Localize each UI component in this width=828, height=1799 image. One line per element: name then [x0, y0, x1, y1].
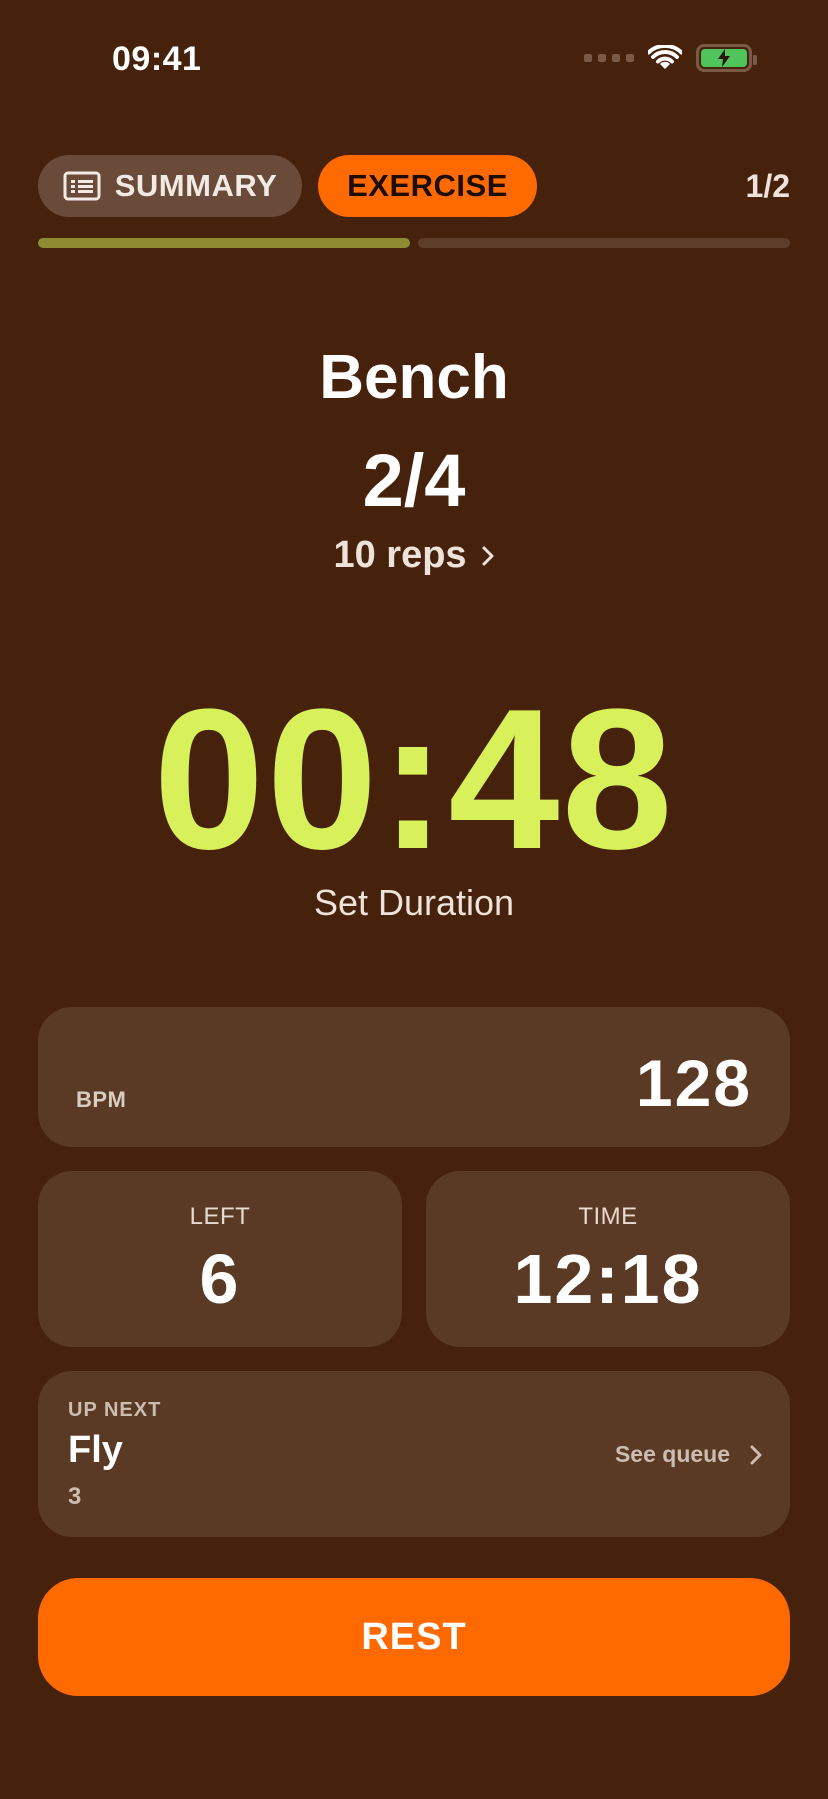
up-next-exercise-name: Fly — [68, 1429, 123, 1471]
set-counter: 2/4 — [362, 439, 466, 522]
elapsed-time-value: 12:18 — [513, 1240, 703, 1318]
tab-summary-label: SUMMARY — [114, 168, 278, 203]
tab-bar: SUMMARY EXERCISE — [38, 155, 537, 217]
list-icon — [63, 171, 101, 201]
tab-exercise[interactable]: EXERCISE — [318, 155, 537, 217]
reps-label: 10 reps — [333, 534, 467, 576]
bpm-value: 128 — [635, 1046, 752, 1120]
tab-exercise-label: EXERCISE — [347, 168, 508, 203]
up-next-label: UP NEXT — [68, 1399, 162, 1421]
progress-segment-pending — [418, 238, 790, 248]
chevron-right-icon — [482, 546, 494, 565]
cellular-signal-icon — [584, 54, 634, 62]
elapsed-time-card: TIME 12:18 — [426, 1171, 790, 1347]
status-time: 09:41 — [112, 40, 202, 78]
set-timer-label: Set Duration — [313, 882, 515, 923]
rest-button[interactable]: REST — [38, 1578, 790, 1696]
see-queue-link[interactable]: See queue — [615, 1441, 762, 1468]
progress-segment-complete — [38, 238, 410, 248]
tab-summary[interactable]: SUMMARY — [38, 155, 302, 217]
wifi-icon — [648, 45, 682, 69]
exercise-name: Bench — [319, 343, 509, 412]
workout-progress-bar — [38, 238, 790, 248]
status-icons — [584, 44, 757, 72]
chevron-right-icon — [750, 1445, 762, 1464]
elapsed-time-label: TIME — [578, 1203, 638, 1230]
battery-charging-icon — [696, 44, 757, 72]
sets-left-card: LEFT 6 — [38, 1171, 402, 1347]
bpm-card: BPM 128 — [38, 1007, 790, 1147]
up-next-sets: 3 — [68, 1483, 82, 1510]
up-next-card[interactable]: UP NEXT Fly 3 See queue — [38, 1371, 790, 1537]
sets-left-label: LEFT — [189, 1203, 251, 1230]
sets-left-value: 6 — [199, 1240, 241, 1318]
reps-link[interactable]: 10 reps — [0, 534, 828, 577]
bpm-label: BPM — [76, 1087, 127, 1112]
page-indicator: 1/2 — [745, 168, 790, 204]
set-timer: 00:48 — [153, 668, 675, 891]
status-bar: 09:41 — [0, 0, 828, 120]
see-queue-label: See queue — [614, 1441, 730, 1467]
